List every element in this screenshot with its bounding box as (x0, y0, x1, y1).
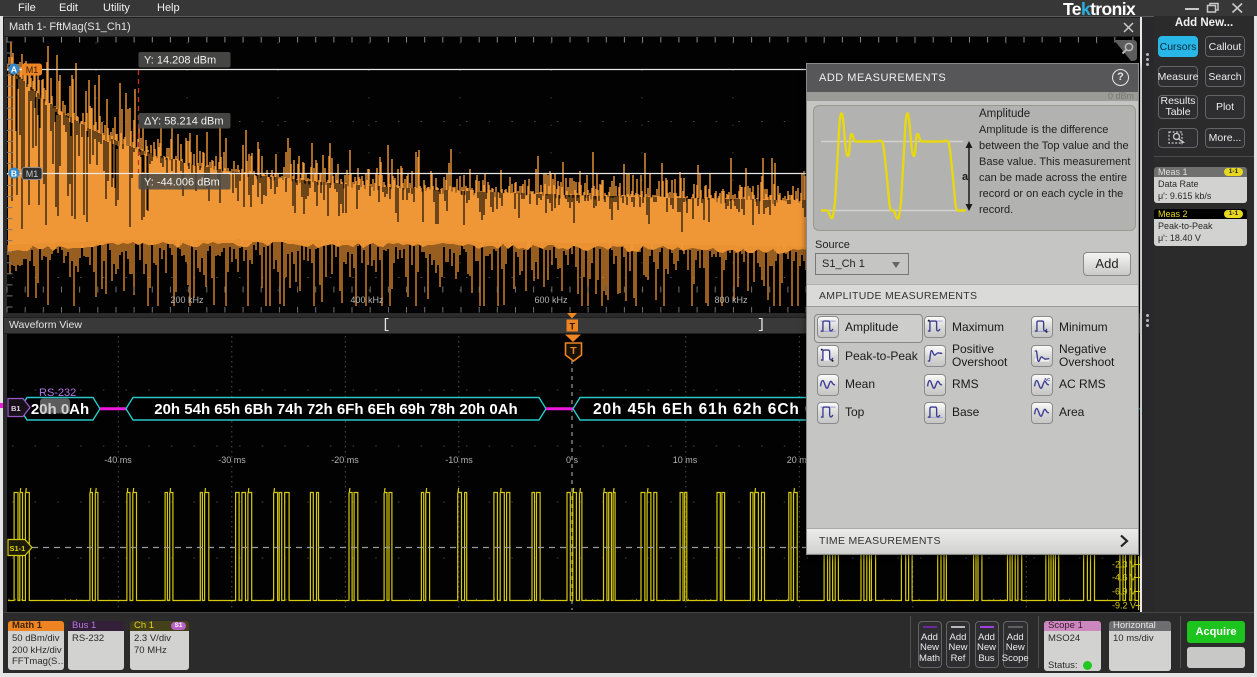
svg-text:-9.2 V: -9.2 V (1112, 601, 1136, 611)
svg-text:T: T (569, 322, 575, 332)
svg-text:-6.9 V: -6.9 V (1112, 587, 1136, 597)
svg-text:-2.3 V: -2.3 V (1112, 560, 1136, 570)
svg-text:0 s: 0 s (566, 455, 579, 465)
svg-text:a: a (962, 171, 969, 183)
svg-text:-30 ms: -30 ms (218, 455, 246, 465)
svg-text:AC: AC (1044, 376, 1051, 381)
svg-text:-4.6 V: -4.6 V (1112, 573, 1136, 583)
svg-text:B1: B1 (11, 404, 21, 413)
svg-text:10 ms: 10 ms (673, 455, 698, 465)
svg-text:-20 ms: -20 ms (331, 455, 359, 465)
svg-text:S1-1: S1-1 (10, 544, 26, 553)
svg-text:20h 54h 65h 6Bh 74h 72h 6Fh 6E: 20h 54h 65h 6Bh 74h 72h 6Fh 6Eh 69h 78h … (154, 401, 517, 418)
svg-text:-40 ms: -40 ms (104, 455, 132, 465)
svg-text:T: T (570, 345, 577, 357)
svg-text:-10 ms: -10 ms (445, 455, 473, 465)
